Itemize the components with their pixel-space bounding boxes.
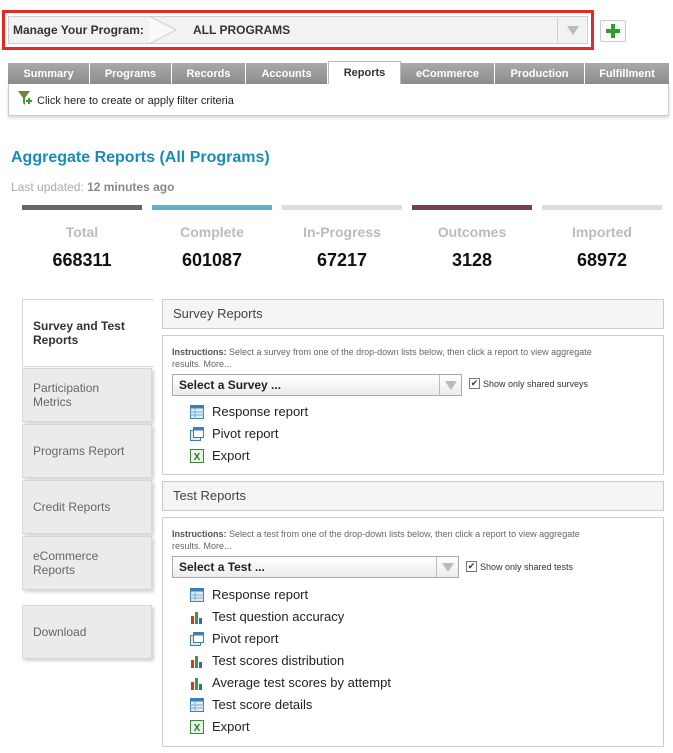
stat-bar (542, 205, 662, 210)
chevron-down-icon (439, 375, 461, 395)
stat-label: Outcomes (437, 224, 507, 240)
stat-label: Total (65, 224, 99, 240)
program-label: Manage Your Program: (13, 23, 144, 37)
stat-in-progress: In-Progress 67217 (282, 205, 402, 271)
excel-icon: X (190, 448, 204, 463)
link-label: Test question accuracy (212, 609, 345, 624)
svg-text:X: X (194, 452, 201, 463)
bar-chart-icon (191, 655, 202, 668)
instructions-label: Instructions: (172, 347, 227, 357)
link-label: Test scores distribution (212, 653, 345, 668)
stat-value: 3128 (451, 250, 493, 270)
last-updated-label: Last updated: (11, 180, 84, 194)
stat-label: Imported (572, 224, 632, 240)
filter-link[interactable]: Click here to create or apply filter cri… (37, 95, 234, 107)
stat-value: 601087 (181, 250, 243, 270)
link-label: Response report (212, 404, 309, 419)
tab-accounts[interactable]: Accounts (246, 63, 328, 84)
shared-surveys-label: Show only shared surveys (483, 378, 589, 389)
link-label: Export (212, 719, 250, 734)
stat-bar (282, 205, 402, 210)
excel-icon: X (190, 719, 204, 734)
link-label: Pivot report (212, 631, 279, 646)
instructions-text: Select a test from one of the drop-down … (172, 529, 580, 551)
test-select-value: Select a Test ... (179, 560, 265, 574)
test-reports-heading: Test Reports (162, 481, 664, 511)
tab-reports[interactable]: Reports (328, 61, 401, 84)
stat-value: 67217 (316, 250, 368, 270)
shared-tests-label: Show only shared tests (480, 561, 574, 572)
stat-label: In-Progress (303, 224, 381, 240)
table-icon (190, 404, 204, 419)
test-question-accuracy-link[interactable]: Test question accuracy (190, 609, 344, 624)
page-title: Aggregate Reports (All Programs) (11, 149, 270, 166)
link-label: Response report (212, 587, 309, 602)
program-value: ALL PROGRAMS (193, 23, 291, 37)
survey-select[interactable]: Select a Survey ... (172, 374, 462, 396)
shared-tests-checkbox[interactable]: ✔ Show only shared tests (466, 561, 573, 572)
test-response-report-link[interactable]: Response report (190, 587, 308, 602)
link-label: Average test scores by attempt (212, 675, 391, 690)
shared-surveys-checkbox[interactable]: ✔ Show only shared surveys (469, 378, 588, 389)
bar-chart-icon (191, 677, 202, 690)
stat-value: 68972 (576, 250, 628, 270)
bar-chart-icon (190, 609, 204, 624)
survey-reports-heading: Survey Reports (162, 299, 664, 329)
test-pivot-report-link[interactable]: Pivot report (190, 631, 278, 646)
stat-imported: Imported 68972 (542, 205, 662, 271)
test-scores-distribution-link[interactable]: Test scores distribution (190, 653, 344, 668)
sidebar-item-programs-report[interactable]: Programs Report (22, 424, 152, 478)
tab-programs[interactable]: Programs (90, 63, 172, 84)
stat-label: Complete (180, 224, 244, 240)
main-tabs: Summary Programs Records Accounts Report… (8, 61, 669, 84)
stat-bar (22, 205, 142, 210)
tab-records[interactable]: Records (172, 63, 246, 84)
tab-fulfillment[interactable]: Fulfillment (585, 63, 669, 84)
table-icon (190, 587, 204, 602)
checkbox-checked-icon: ✔ (469, 378, 480, 389)
link-label: Export (212, 448, 250, 463)
survey-instructions: Instructions: Select a survey from one o… (172, 346, 602, 370)
sidebar-item-survey-test-reports[interactable]: Survey and Test Reports (22, 299, 154, 367)
instructions-text: Select a survey from one of the drop-dow… (172, 347, 592, 369)
stat-complete: Complete 601087 (152, 205, 272, 271)
table-icon (190, 697, 204, 712)
plus-icon (606, 24, 620, 38)
add-program-button[interactable] (600, 20, 626, 42)
survey-select-value: Select a Survey ... (179, 378, 282, 392)
pivot-icon (190, 426, 204, 441)
stat-value: 668311 (52, 250, 112, 270)
stat-outcomes: Outcomes 3128 (412, 205, 532, 271)
tab-summary[interactable]: Summary (8, 63, 90, 84)
link-label: Pivot report (212, 426, 279, 441)
sidebar-item-credit-reports[interactable]: Credit Reports (22, 480, 152, 534)
chevron-down-icon[interactable] (557, 18, 587, 42)
stat-bar (152, 205, 272, 210)
sidebar-item-participation-metrics[interactable]: Participation Metrics (22, 368, 152, 422)
stat-total: Total 668311 (22, 205, 142, 271)
link-label: Test score details (212, 697, 313, 712)
pivot-icon (190, 631, 204, 646)
tab-ecommerce[interactable]: eCommerce (401, 63, 495, 84)
filter-icon (18, 91, 32, 105)
survey-response-report-link[interactable]: Response report (190, 404, 308, 419)
tab-production[interactable]: Production (495, 63, 585, 84)
instructions-label: Instructions: (172, 529, 227, 539)
average-test-scores-link[interactable]: Average test scores by attempt (190, 675, 391, 690)
last-updated-value: 12 minutes ago (87, 180, 175, 194)
sidebar-item-download[interactable]: Download (22, 605, 152, 659)
survey-export-link[interactable]: X Export (190, 448, 250, 463)
chevron-down-icon (436, 557, 458, 577)
test-select[interactable]: Select a Test ... (172, 556, 459, 578)
svg-text:X: X (194, 723, 201, 734)
breadcrumb-arrow-icon (148, 16, 178, 44)
checkbox-checked-icon: ✔ (466, 561, 477, 572)
survey-pivot-report-link[interactable]: Pivot report (190, 426, 278, 441)
test-instructions: Instructions: Select a test from one of … (172, 528, 602, 552)
sidebar-item-ecommerce-reports[interactable]: eCommerce Reports (22, 536, 152, 590)
last-updated: Last updated: 12 minutes ago (11, 180, 174, 194)
test-score-details-link[interactable]: Test score details (190, 697, 312, 712)
stat-bar (412, 205, 532, 210)
test-export-link[interactable]: X Export (190, 719, 250, 734)
